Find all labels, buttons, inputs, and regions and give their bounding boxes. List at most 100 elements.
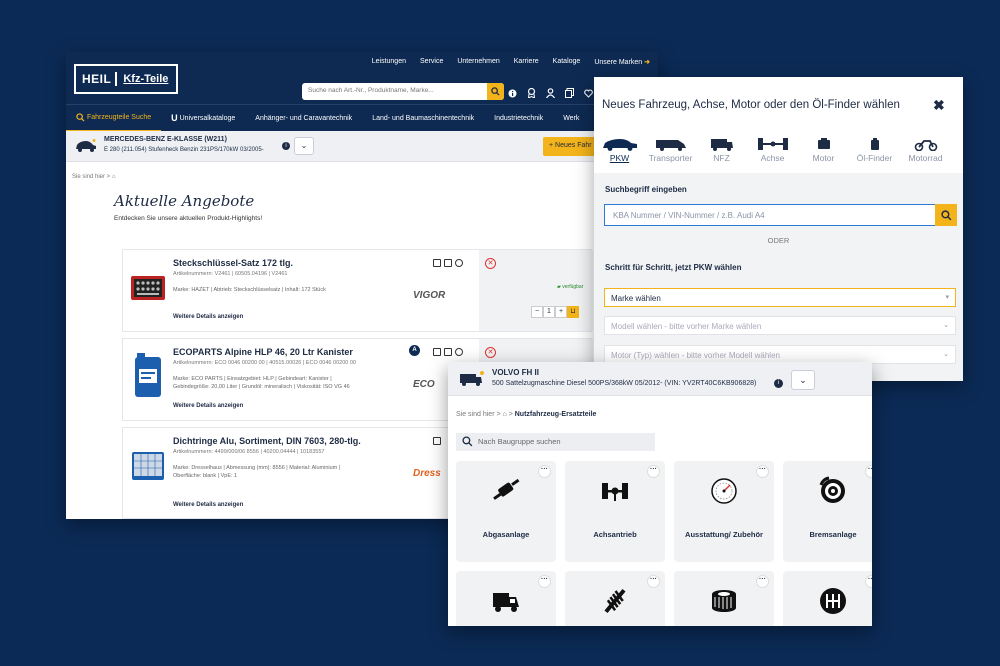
quantity-stepper[interactable]: −1 + ⊔	[531, 306, 579, 318]
more-details-link[interactable]: Weitere Details anzeigen	[173, 502, 243, 508]
info-icon[interactable]	[508, 85, 517, 98]
vehicle-type-tabs: PKW Transporter NFZ Achse Motor Öl-Finde…	[594, 137, 963, 171]
brand-select[interactable]: Marke wählen ▾	[604, 288, 956, 307]
close-circle-icon[interactable]: ✕	[485, 347, 496, 358]
user-icon[interactable]	[546, 85, 555, 99]
info-icon[interactable]: i	[774, 379, 783, 388]
home-icon[interactable]: ⌂	[112, 174, 116, 180]
search-label: Suchbegriff eingeben	[605, 185, 687, 194]
tab-label: NFZ	[713, 153, 730, 163]
tab-nfz[interactable]: NFZ	[696, 137, 747, 171]
tab-pkw[interactable]: PKW	[594, 137, 645, 171]
more-options-icon[interactable]: ···	[756, 575, 769, 588]
heart-icon[interactable]	[455, 259, 463, 267]
more-options-icon[interactable]: ···	[538, 465, 551, 478]
tab-transporter[interactable]: Transporter	[645, 137, 696, 171]
close-icon[interactable]: ✖	[933, 97, 945, 114]
topnav-service[interactable]: Service	[420, 58, 443, 66]
tab-achse[interactable]: Achse	[747, 137, 798, 171]
topnav-leistungen[interactable]: Leistungen	[372, 58, 406, 66]
home-icon[interactable]: ⌂	[503, 411, 507, 418]
product-partnumbers: Artikelnummern: ECO 0046 00200 00 | 4051…	[173, 360, 356, 366]
nav-label: Universalkataloge	[179, 114, 236, 122]
search-icon[interactable]	[487, 83, 504, 100]
category-card-abgasanlage[interactable]: ··· Abgasanlage	[456, 461, 556, 562]
note-icon[interactable]	[433, 437, 441, 445]
nav-industrietechnik[interactable]: Industrietechnik	[484, 105, 553, 132]
product-name[interactable]: Steckschlüssel-Satz 172 tlg.	[173, 258, 293, 268]
tab-label: Transporter	[648, 153, 693, 163]
product-description: Marke: ECO PARTS | Einsatzgebiet: HLP | …	[173, 376, 350, 390]
product-name[interactable]: ECOPARTS Alpine HLP 46, 20 Ltr Kanister	[173, 347, 353, 357]
category-card-bremsanlage[interactable]: ··· Bremsanlage	[783, 461, 872, 562]
category-card-federung[interactable]: ···	[565, 571, 665, 626]
air-filter-icon	[712, 590, 736, 612]
topnav-karriere[interactable]: Karriere	[514, 58, 539, 66]
page-subtitle: Entdecken Sie unsere aktuellen Produkt-H…	[114, 215, 263, 222]
more-options-icon[interactable]: ···	[647, 465, 660, 478]
info-icon[interactable]: i	[282, 142, 290, 150]
more-options-icon[interactable]: ···	[865, 575, 872, 588]
topnav-kataloge[interactable]: Kataloge	[553, 58, 581, 66]
breadcrumb-current[interactable]: Nutzfahrzeug-Ersatzteile	[515, 411, 597, 418]
category-label: Achsantrieb	[593, 530, 637, 539]
tab-motorrad[interactable]: Motorrad	[900, 137, 951, 171]
chevron-down-icon[interactable]: ⌄	[791, 370, 815, 390]
category-card-fahrerhaus[interactable]: ···	[456, 571, 556, 626]
nav-anhaenger-caravantechnik[interactable]: Anhänger- und Caravantechnik	[245, 105, 362, 132]
search-icon[interactable]	[935, 204, 957, 226]
heil-logo[interactable]: HEIL Kfz-Teile	[74, 64, 178, 94]
nav-werkstatt[interactable]: Werk	[553, 105, 589, 132]
award-icon[interactable]	[527, 85, 536, 99]
category-card-achsantrieb[interactable]: ··· Achsantrieb	[565, 461, 665, 562]
step-label: Schritt für Schritt, jetzt PKW wählen	[605, 263, 742, 272]
nav-universalkataloge[interactable]: U Universalkataloge	[161, 105, 245, 132]
product-name[interactable]: Dichtringe Alu, Sortiment, DIN 7603, 280…	[173, 436, 361, 446]
assembly-search-input[interactable]: Nach Baugruppe suchen	[456, 433, 655, 451]
nav-land-baumaschinentechnik[interactable]: Land- und Baumaschinentechnik	[362, 105, 484, 132]
nav-fahrzeugteile-suche[interactable]: Fahrzeugteile Suche	[66, 105, 162, 132]
more-details-link[interactable]: Weitere Details anzeigen	[173, 403, 243, 409]
minus-button[interactable]: −	[531, 306, 543, 318]
quantity-value[interactable]: 1	[543, 306, 555, 318]
heart-icon[interactable]	[584, 85, 593, 98]
more-options-icon[interactable]: ···	[756, 465, 769, 478]
copy-icon[interactable]	[444, 259, 452, 267]
category-card-filter[interactable]: ···	[674, 571, 774, 626]
more-options-icon[interactable]: ···	[647, 575, 660, 588]
topnav-unsere-marken[interactable]: Unsere Marken ➜	[594, 58, 650, 66]
tab-oel-finder[interactable]: Öl-Finder	[849, 137, 900, 171]
shock-absorber-icon	[604, 588, 626, 614]
category-card-ausstattung-zubehoer[interactable]: ··· Ausstattung/ Zubehör	[674, 461, 774, 562]
copy-icon[interactable]	[565, 85, 574, 98]
tab-label: Achse	[760, 153, 785, 163]
main-search-input[interactable]: Suche nach Art.-Nr., Produktname, Marke.…	[302, 83, 504, 100]
tab-label: PKW	[609, 153, 630, 163]
breadcrumb: Sie sind hier > ⌂ > Nutzfahrzeug-Ersatzt…	[456, 411, 597, 418]
tab-label: Motorrad	[908, 153, 943, 163]
close-circle-icon[interactable]: ✕	[485, 258, 496, 269]
search-icon	[76, 112, 85, 122]
availability-label: verfügbar	[562, 284, 584, 290]
cart-icon[interactable]: ⊔	[567, 306, 579, 318]
plus-button[interactable]: +	[555, 306, 567, 318]
car-icon	[76, 139, 96, 152]
chevron-down-icon[interactable]: ⌄	[294, 137, 314, 155]
copy-icon[interactable]	[444, 348, 452, 356]
more-options-icon[interactable]: ···	[865, 465, 872, 478]
topnav-unternehmen[interactable]: Unternehmen	[457, 58, 499, 66]
heart-icon[interactable]	[455, 348, 463, 356]
magnet-icon: U	[171, 113, 178, 123]
logo-kfz-text: Kfz-Teile	[123, 73, 169, 85]
product-actions	[433, 348, 463, 356]
category-card-getriebe[interactable]: ···	[783, 571, 872, 626]
oil-can-icon	[870, 138, 879, 150]
more-details-link[interactable]: Weitere Details anzeigen	[173, 314, 243, 320]
more-options-icon[interactable]: ···	[538, 575, 551, 588]
tab-motor[interactable]: Motor	[798, 137, 849, 171]
model-select[interactable]: Modell wählen - bitte vorher Marke wähle…	[604, 316, 956, 335]
note-icon[interactable]	[433, 348, 441, 356]
vehicle-search-input[interactable]: KBA Nummer / VIN-Nummer / z.B. Audi A4	[604, 204, 957, 226]
note-icon[interactable]	[433, 259, 441, 267]
truck-icon: ▰	[557, 284, 561, 290]
